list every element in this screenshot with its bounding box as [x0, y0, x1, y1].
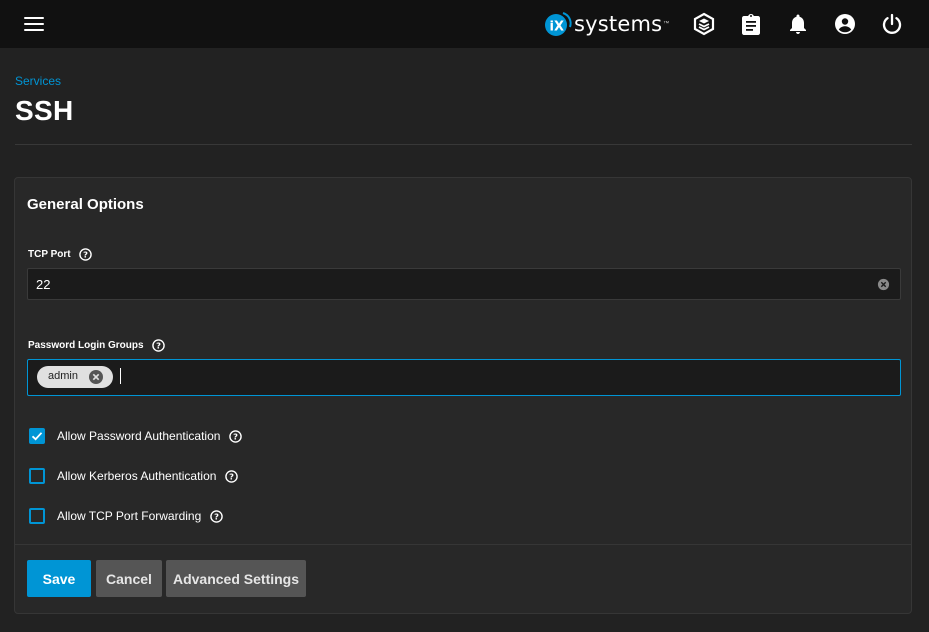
cancel-button[interactable]: Cancel [96, 560, 162, 597]
logo-trademark: ™ [663, 21, 670, 27]
svg-text:?: ? [156, 341, 161, 351]
password-login-groups-label-row: Password Login Groups ? [28, 339, 165, 352]
account-icon[interactable] [833, 12, 857, 36]
svg-text:?: ? [234, 431, 239, 441]
allow-kerberos-auth-checkbox[interactable] [29, 468, 45, 484]
card-title: General Options [27, 196, 144, 213]
logo-text: systems [574, 12, 663, 36]
advanced-settings-button[interactable]: Advanced Settings [166, 560, 306, 597]
allow-kerberos-auth-label: Allow Kerberos Authentication [57, 469, 217, 483]
help-icon[interactable]: ? [225, 469, 239, 483]
menu-icon[interactable] [24, 16, 46, 32]
top-toolbar: iX systems ™ [0, 0, 929, 48]
allow-password-auth-label: Allow Password Authentication [57, 429, 221, 443]
svg-text:?: ? [83, 250, 88, 260]
help-icon[interactable]: ? [229, 429, 243, 443]
svg-text:?: ? [230, 471, 235, 481]
text-caret [120, 368, 121, 384]
svg-text:?: ? [214, 511, 219, 521]
allow-kerberos-auth-row[interactable]: Allow Kerberos Authentication ? [29, 467, 239, 485]
clear-icon[interactable] [877, 278, 890, 291]
allow-tcp-forwarding-row[interactable]: Allow TCP Port Forwarding ? [29, 507, 224, 525]
save-button[interactable]: Save [27, 560, 91, 597]
power-icon[interactable] [880, 12, 904, 36]
chip-label: admin [48, 370, 78, 382]
bell-icon[interactable] [786, 12, 810, 36]
allow-tcp-forwarding-label: Allow TCP Port Forwarding [57, 509, 202, 523]
password-login-groups-input[interactable]: admin [27, 359, 901, 396]
allow-password-auth-row[interactable]: Allow Password Authentication ? [29, 427, 243, 445]
help-icon[interactable]: ? [78, 248, 92, 261]
chip-remove-icon[interactable] [88, 369, 104, 385]
ixsystems-logo[interactable]: iX systems ™ [543, 10, 669, 38]
help-icon[interactable]: ? [210, 509, 224, 523]
tcp-port-input[interactable]: 22 [27, 268, 901, 300]
tcp-port-label: TCP Port [28, 249, 71, 260]
general-options-card: General Options TCP Port ? 22 Password L… [14, 177, 912, 614]
tcp-port-label-row: TCP Port ? [28, 248, 92, 261]
password-login-groups-label: Password Login Groups [28, 340, 144, 351]
svg-text:iX: iX [550, 20, 564, 35]
help-icon[interactable]: ? [151, 339, 165, 352]
ix-logo-mark: iX [543, 10, 573, 38]
page-title: SSH [15, 95, 74, 126]
clipboard-icon[interactable] [739, 12, 763, 36]
tcp-port-value: 22 [36, 277, 51, 292]
allow-tcp-forwarding-checkbox[interactable] [29, 508, 45, 524]
allow-password-auth-checkbox[interactable] [29, 428, 45, 444]
group-chip: admin [37, 366, 113, 388]
actions-divider [15, 544, 911, 545]
title-divider [15, 144, 912, 145]
truecommand-icon[interactable] [692, 12, 716, 36]
breadcrumb-services[interactable]: Services [15, 74, 61, 88]
